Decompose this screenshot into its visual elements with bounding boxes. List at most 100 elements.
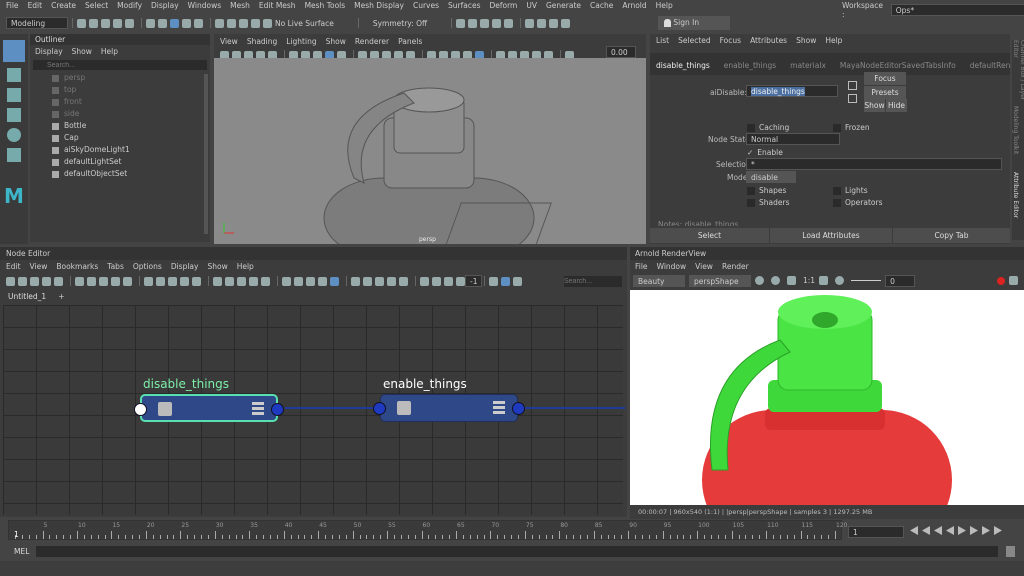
caching-checkbox[interactable]: Caching xyxy=(747,123,789,132)
menu-cache[interactable]: Cache xyxy=(590,1,613,10)
input-port[interactable] xyxy=(134,403,147,416)
node-editor-tool-icon[interactable] xyxy=(513,276,522,286)
render-tool-icon[interactable] xyxy=(549,18,559,28)
aov-dropdown[interactable]: Beauty xyxy=(633,274,685,287)
output-port[interactable] xyxy=(271,403,284,416)
outliner-scrollbar[interactable] xyxy=(204,74,208,234)
script-editor-icon[interactable] xyxy=(1006,546,1015,557)
node-graph-canvas[interactable]: disable_things enable_things xyxy=(3,305,625,515)
render-tool-icon[interactable] xyxy=(537,18,547,28)
render-image[interactable] xyxy=(630,290,1024,505)
node-editor-tool-icon[interactable] xyxy=(318,276,327,286)
node-editor-tool-icon[interactable] xyxy=(123,276,132,286)
output-connections-icon[interactable] xyxy=(848,94,857,103)
menu-windows[interactable]: Windows xyxy=(188,1,221,10)
menu-show[interactable]: Show xyxy=(207,262,227,271)
menu-lighting[interactable]: Lighting xyxy=(286,37,316,46)
outliner-item[interactable]: top xyxy=(50,84,210,96)
menu-attributes[interactable]: Attributes xyxy=(750,36,787,45)
render-tool-icon[interactable] xyxy=(480,18,490,28)
lasso-tool-icon[interactable] xyxy=(7,68,21,82)
node-editor-tool-icon[interactable] xyxy=(306,276,315,286)
render-icon[interactable] xyxy=(755,276,764,285)
menu-modify[interactable]: Modify xyxy=(117,1,142,10)
play-forwards-icon[interactable] xyxy=(958,526,966,535)
move-tool-icon[interactable] xyxy=(7,108,21,122)
node-editor-tool-icon[interactable] xyxy=(225,276,234,286)
outliner-item[interactable]: persp xyxy=(50,72,210,84)
render-tool-icon[interactable] xyxy=(468,18,478,28)
node-editor-tool-icon[interactable] xyxy=(351,276,360,286)
menu-mesh-display[interactable]: Mesh Display xyxy=(354,1,404,10)
node-editor-tool-icon[interactable] xyxy=(237,276,246,286)
sign-in-button[interactable]: Sign In xyxy=(658,16,730,30)
menu-renderer[interactable]: Renderer xyxy=(355,37,389,46)
render-tool-icon[interactable] xyxy=(492,18,502,28)
menu-tabs[interactable]: Tabs xyxy=(107,262,124,271)
outliner-item[interactable]: defaultLightSet xyxy=(50,156,210,168)
side-tab[interactable]: Attribute Editor xyxy=(1012,172,1019,238)
mel-command-input[interactable] xyxy=(36,546,998,557)
node-editor-tool-icon[interactable] xyxy=(156,276,165,286)
node-editor-tool-icon[interactable] xyxy=(387,276,396,286)
node-editor-tool-icon[interactable] xyxy=(330,276,339,286)
select-tool-icon[interactable] xyxy=(3,40,25,62)
paint-tool-icon[interactable] xyxy=(7,88,21,102)
node-editor-tool-icon[interactable] xyxy=(30,276,39,286)
menu-help[interactable]: Help xyxy=(237,262,254,271)
menu-help[interactable]: Help xyxy=(101,47,118,56)
node-editor-tool-icon[interactable] xyxy=(111,276,120,286)
selection-field[interactable]: * xyxy=(746,158,1002,170)
live-surface-icon[interactable] xyxy=(263,18,272,28)
menu-show[interactable]: Show xyxy=(796,36,816,45)
menu-edit[interactable]: Edit xyxy=(28,1,43,10)
menu-display[interactable]: Display xyxy=(171,262,199,271)
menu-focus[interactable]: Focus xyxy=(720,36,741,45)
status-tool-icon[interactable] xyxy=(170,18,179,28)
mode-dropdown[interactable]: Modeling xyxy=(6,17,68,29)
go-to-start-icon[interactable] xyxy=(910,526,918,535)
copy-tab-button[interactable]: Copy Tab xyxy=(893,228,1010,243)
ae-tab[interactable]: defaultRenderI xyxy=(970,61,1010,75)
node-name-field[interactable]: disable_things xyxy=(746,85,838,97)
node-editor-tool-icon[interactable] xyxy=(75,276,84,286)
node-editor-tool-icon[interactable] xyxy=(144,276,153,286)
node-editor-tool-icon[interactable] xyxy=(420,276,429,286)
workspace-dropdown[interactable]: Ops* xyxy=(890,4,1024,16)
menu-deform[interactable]: Deform xyxy=(489,1,517,10)
node-editor-tool-icon[interactable] xyxy=(18,276,27,286)
time-slider[interactable]: 5 10 15 20 25 30 35 40 45 50 55 60 65 70 75 80 85 90 95 100… xyxy=(8,520,847,540)
menu-window[interactable]: Window xyxy=(657,262,687,271)
menu-display[interactable]: Display xyxy=(35,47,63,56)
menu-edit-mesh[interactable]: Edit Mesh xyxy=(259,1,296,10)
status-tool-icon[interactable] xyxy=(113,18,122,28)
side-tab[interactable]: Channel Box / Layer Editor xyxy=(1012,40,1024,106)
ratio-button[interactable]: 1:1 xyxy=(803,276,815,285)
output-port[interactable] xyxy=(512,402,525,415)
node-editor-tool-icon[interactable] xyxy=(444,276,453,286)
node-search-input[interactable] xyxy=(564,275,622,287)
status-tool-icon[interactable] xyxy=(239,18,248,28)
node-editor-tool-icon[interactable] xyxy=(99,276,108,286)
menu-file[interactable]: File xyxy=(6,1,19,10)
menu-display[interactable]: Display xyxy=(151,1,179,10)
play-backwards-icon[interactable] xyxy=(946,526,954,535)
menu-view[interactable]: View xyxy=(220,37,238,46)
input-port[interactable] xyxy=(373,402,386,415)
exposure-field[interactable]: 0 xyxy=(885,274,916,287)
outliner-item[interactable]: side xyxy=(50,108,210,120)
input-connections-icon[interactable] xyxy=(848,81,857,90)
node-editor-tool-icon[interactable] xyxy=(261,276,270,286)
menu-select[interactable]: Select xyxy=(85,1,108,10)
node-counter[interactable]: -1 xyxy=(465,275,483,287)
node-editor-tool-icon[interactable] xyxy=(294,276,303,286)
menu-arnold[interactable]: Arnold xyxy=(622,1,646,10)
camera-dropdown[interactable]: perspShape xyxy=(689,274,751,287)
node-disable-things[interactable] xyxy=(134,394,284,422)
step-back-key-icon[interactable] xyxy=(922,526,930,535)
render-tool-icon[interactable] xyxy=(561,18,571,28)
node-editor-tool-icon[interactable] xyxy=(375,276,384,286)
ae-tab[interactable]: enable_things xyxy=(724,61,776,75)
live-surface-label[interactable]: No Live Surface xyxy=(275,19,334,28)
status-tool-icon[interactable] xyxy=(146,18,155,28)
